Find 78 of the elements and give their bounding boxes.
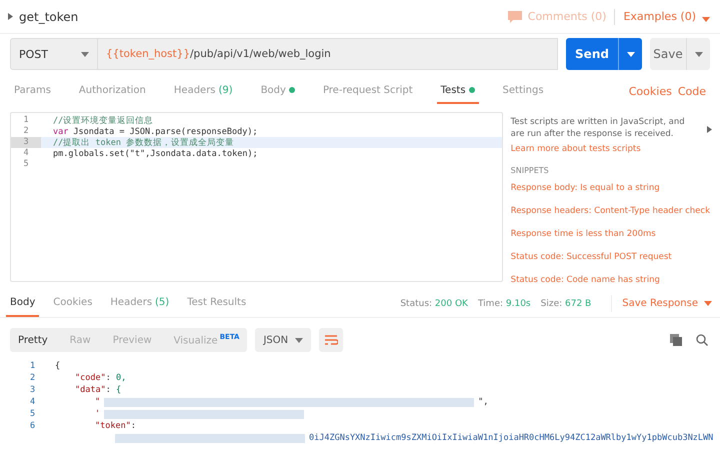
comment-icon: [508, 10, 522, 22]
caret-icon: [626, 52, 634, 56]
snippet-link[interactable]: Response time is less than 200ms: [510, 229, 710, 239]
line-number: 5: [22, 159, 30, 170]
help-text: Test scripts are written in JavaScript, and are run after the response is received.: [510, 116, 686, 140]
status-item: Status: 200 OK: [400, 298, 468, 308]
collapse-arrow-icon[interactable]: [707, 126, 712, 133]
snippets-heading: SNIPPETS: [510, 166, 550, 175]
expand-arrow-icon[interactable]: [8, 13, 13, 20]
method-dropdown[interactable]: POST: [10, 38, 98, 70]
response-tab[interactable]: Cookies: [49, 290, 96, 317]
code-text: ': [95, 409, 100, 419]
response-tab[interactable]: Body: [6, 290, 40, 317]
header-link[interactable]: Cookies: [628, 84, 672, 98]
request-name: get_token: [19, 10, 78, 24]
line-number: 3: [28, 385, 36, 395]
request-tab[interactable]: Headers (9): [170, 78, 237, 104]
code-line: //提取出 token 参数数据，设置成全局变量: [52, 136, 234, 148]
copy-icon[interactable]: [670, 334, 682, 346]
caret-icon: [702, 17, 710, 22]
view-mode-tab[interactable]: Pretty: [18, 334, 48, 346]
json-key: "token": [95, 421, 131, 431]
send-button[interactable]: Send: [566, 38, 642, 70]
line-number: 2: [28, 373, 36, 383]
snippet-link[interactable]: Response headers: Content-Type header check: [510, 206, 710, 216]
response-tab[interactable]: Headers (5): [106, 290, 174, 317]
view-mode-tab[interactable]: Raw: [70, 334, 91, 346]
request-tab[interactable]: Pre-request Script: [318, 78, 417, 104]
request-tab[interactable]: Tests: [436, 78, 479, 104]
line-number: 1: [28, 361, 36, 371]
snippet-link[interactable]: Status code: Code name has string: [510, 275, 710, 285]
code-text: : {: [106, 385, 122, 395]
line-number: 2: [22, 126, 30, 137]
request-tab[interactable]: Params: [10, 78, 55, 104]
request-tab[interactable]: Authorization: [74, 78, 150, 104]
status-item: Time: 9.10s: [478, 298, 531, 308]
line-number: 4: [22, 148, 30, 159]
request-tab[interactable]: Settings: [498, 78, 548, 104]
code-text: :: [130, 421, 136, 431]
response-tab[interactable]: Test Results: [183, 290, 250, 317]
learn-more-link[interactable]: Learn more about tests scripts: [510, 144, 710, 154]
code-text: ": [95, 397, 100, 407]
view-mode-tab[interactable]: Preview: [112, 334, 152, 346]
code-text: : 0,: [106, 373, 126, 383]
format-dropdown[interactable]: JSON: [255, 328, 312, 352]
url-field[interactable]: {{token_host}}/pub/api/v1/web/web_login: [98, 38, 558, 70]
code-keyword: var: [52, 126, 68, 136]
header-link[interactable]: Code: [678, 84, 706, 98]
search-icon[interactable]: [696, 334, 708, 346]
comments-link[interactable]: Comments (0): [528, 10, 606, 23]
wrap-lines-icon: [324, 334, 338, 346]
wrap-button[interactable]: [319, 328, 344, 352]
status-item: Size: 672 B: [540, 298, 592, 308]
snippet-link[interactable]: Response body: Is equal to a string: [510, 183, 710, 193]
examples-link[interactable]: Examples (0): [623, 10, 696, 23]
line-number: 6: [28, 421, 36, 431]
json-key: "data": [75, 385, 106, 395]
caret-icon: [81, 52, 89, 56]
line-number: 4: [28, 397, 36, 407]
line-number: 1: [22, 115, 30, 126]
code-editor[interactable]: 1 //设置环境变量返回信息 2 var Jsondata = JSON.parse(responseBody); 3 //提取出 token 参数数据，设置成全局变量 4 pm.globals.set("t",Jsondata.data.token); 5: [10, 112, 503, 282]
code-text: {: [55, 361, 60, 371]
line-number: 5: [28, 409, 36, 419]
code-line: //设置环境变量返回信息: [52, 114, 154, 126]
caret-icon: [694, 52, 702, 56]
line-number: 3: [11, 137, 41, 148]
code-line: Jsondata = JSON.parse(responseBody);: [72, 126, 258, 136]
token-value: 0iJ4ZGNsYXNzIiwicm9sZXMiOiIxIiwiaW1nIjoiaHR0cHM6Ly94ZC12aWRlby1wYy1pbWcub3NzLWN: [309, 433, 714, 443]
save-response-button[interactable]: Save Response: [622, 290, 712, 317]
caret-icon: [704, 301, 712, 306]
request-tab[interactable]: Body: [256, 78, 299, 104]
code-line: pm.globals.set("t",Jsondata.data.token);: [52, 148, 258, 158]
code-text: ",: [478, 397, 488, 407]
view-mode-tab[interactable]: Visualize $^{BETA}$: [174, 333, 240, 347]
caret-icon: [295, 338, 304, 342]
save-button[interactable]: Save: [650, 38, 710, 70]
json-key: "code": [75, 373, 106, 383]
snippet-link[interactable]: Status code: Successful POST request: [510, 252, 710, 262]
